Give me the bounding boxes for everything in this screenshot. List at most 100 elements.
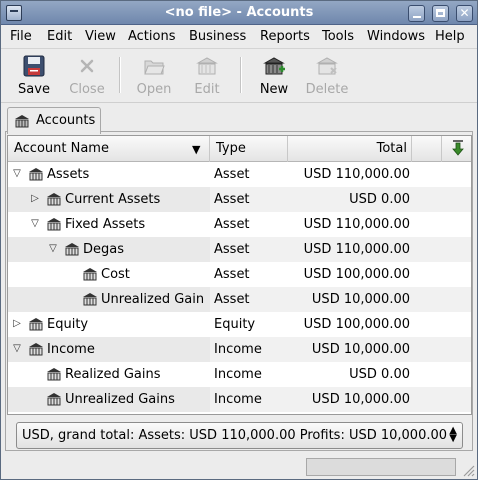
open-button[interactable]: Open [130,53,178,99]
close-window-button[interactable]: ✕ [456,5,473,22]
open-label: Open [136,82,172,97]
menu-view[interactable]: View [85,29,116,44]
row-filler [412,237,471,262]
account-type: Income [214,367,262,382]
account-total: USD 10,000.00 [311,292,410,307]
expander-expanded-icon[interactable]: ▽ [11,168,23,180]
row-filler [412,212,471,237]
account-name: Equity [47,317,89,332]
minimize-button[interactable] [408,5,425,22]
expander-expanded-icon[interactable]: ▽ [29,218,41,230]
progress-bar [306,458,456,476]
column-selector-button[interactable] [442,136,471,162]
bank-account-icon [47,368,61,381]
tab-accounts[interactable]: Accounts [7,107,101,134]
maximize-button[interactable] [432,5,449,22]
toolbar-separator [240,57,242,93]
maximize-icon [436,9,445,17]
expander-collapsed-icon[interactable]: ▷ [11,318,23,330]
account-name-cell: ▷ Current Assets [8,187,210,212]
resize-grip-icon[interactable] [461,463,475,477]
menu-reports[interactable]: Reports [260,29,310,44]
menu-file[interactable]: File [10,29,32,44]
close-x-icon [80,59,94,73]
column-header-total[interactable]: Total [288,136,412,162]
title-bar[interactable]: <no file> - Accounts ✕ [1,1,477,25]
column-type-label: Type [216,141,246,156]
account-name-cell: Cost [8,262,210,287]
row-filler [412,362,471,387]
account-type-cell: Asset [210,212,288,237]
account-tree[interactable]: Account Name ▼ Type Total ▽ Assets Asset US… [7,135,472,415]
row-filler [412,337,471,362]
account-row[interactable]: Unrealized Gains Income USD 10,000.00 [8,387,471,412]
menu-business[interactable]: Business [189,29,246,44]
bank-account-icon [29,318,43,331]
account-type: Income [214,392,262,407]
account-row[interactable]: Realized Gains Income USD 0.00 [8,362,471,387]
floppy-disk-icon [23,55,45,77]
menu-windows[interactable]: Windows [367,29,425,44]
expander-expanded-icon[interactable]: ▽ [47,243,59,255]
account-name-cell: ▷ Equity [8,312,210,337]
close-button[interactable]: Close [63,53,111,99]
status-bar [1,455,477,479]
menu-tools[interactable]: Tools [322,29,354,44]
menu-actions[interactable]: Actions [128,29,176,44]
account-total-cell: USD 110,000.00 [288,162,412,187]
account-name: Unrealized Gains [65,392,175,407]
menu-edit[interactable]: Edit [47,29,72,44]
account-row[interactable]: ▷ Current Assets Asset USD 0.00 [8,187,471,212]
row-filler [412,187,471,212]
menu-help[interactable]: Help [435,29,465,44]
account-total-cell: USD 0.00 [288,187,412,212]
summary-bar[interactable]: USD, grand total: Assets: USD 110,000.00… [16,422,463,449]
new-account-icon [263,57,285,75]
delete-button[interactable]: Delete [303,53,351,99]
account-row[interactable]: ▽ Income Income USD 10,000.00 [8,337,471,362]
close-label: Close [69,82,105,97]
account-total: USD 10,000.00 [311,392,410,407]
account-type: Asset [214,242,250,257]
expander-collapsed-icon[interactable]: ▷ [29,193,41,205]
account-name: Current Assets [65,192,161,207]
expander-expanded-icon[interactable]: ▽ [11,343,23,355]
row-filler [412,262,471,287]
account-name-cell: Realized Gains [8,362,210,387]
save-button[interactable]: Save [10,53,58,99]
row-filler [412,287,471,312]
summary-spinner-icon[interactable]: ▲ ▼ [449,426,457,444]
row-filler [412,162,471,187]
account-row[interactable]: Unrealized Gain Asset USD 10,000.00 [8,287,471,312]
account-row[interactable]: ▽ Assets Asset USD 110,000.00 [8,162,471,187]
edit-button[interactable]: Edit [183,53,231,99]
account-total-cell: USD 10,000.00 [288,337,412,362]
column-header-type[interactable]: Type [210,136,288,162]
new-account-button[interactable]: New [250,53,298,99]
tree-header: Account Name ▼ Type Total [8,136,471,162]
account-type-cell: Asset [210,162,288,187]
account-row[interactable]: ▽ Fixed Assets Asset USD 110,000.00 [8,212,471,237]
toolbar-separator [119,57,121,93]
summary-text: USD, grand total: Assets: USD 110,000.00… [22,428,448,443]
accounts-window: <no file> - Accounts ✕ File Edit View Ac… [0,0,478,480]
bank-account-icon [83,268,97,281]
column-header-account-name[interactable]: Account Name ▼ [8,136,210,162]
account-type-cell: Income [210,362,288,387]
account-type: Income [214,342,262,357]
account-row[interactable]: ▽ Degas Asset USD 110,000.00 [8,237,471,262]
tab-accounts-label: Accounts [36,113,96,128]
account-name: Fixed Assets [65,217,146,232]
account-total-cell: USD 10,000.00 [288,387,412,412]
account-type: Asset [214,192,250,207]
account-row[interactable]: Cost Asset USD 100,000.00 [8,262,471,287]
account-name-cell: ▽ Income [8,337,210,362]
account-row[interactable]: ▷ Equity Equity USD 100,000.00 [8,312,471,337]
close-icon: ✕ [459,6,470,20]
account-total-cell: USD 110,000.00 [288,237,412,262]
account-name: Income [47,342,95,357]
account-total: USD 110,000.00 [303,242,410,257]
minimize-icon [413,16,421,18]
account-type-cell: Asset [210,287,288,312]
edit-account-icon [196,57,218,75]
